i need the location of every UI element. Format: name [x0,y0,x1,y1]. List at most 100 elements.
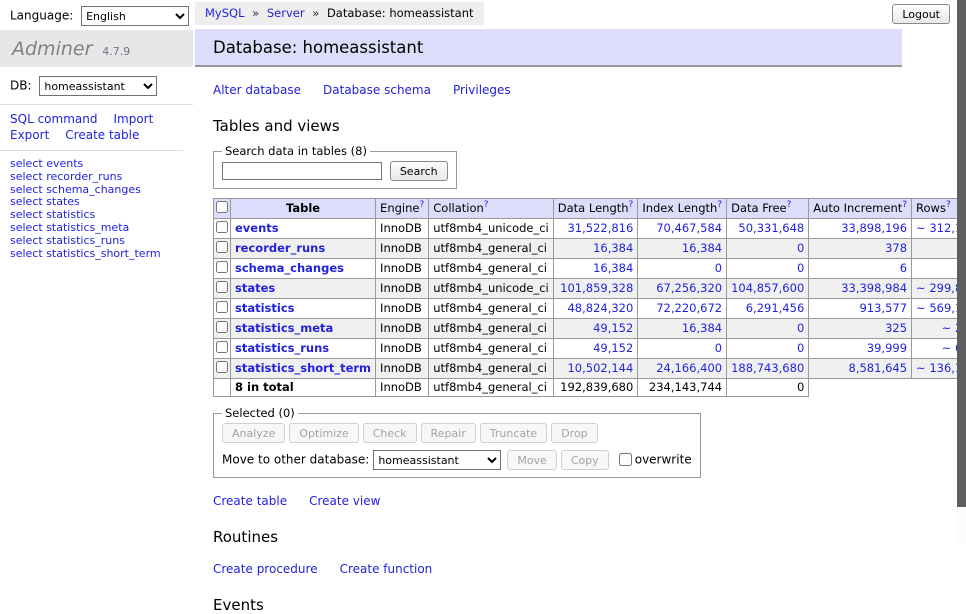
drop-button[interactable]: Drop [551,423,597,443]
move-button[interactable]: Move [507,450,557,470]
cell-index-length-statistics-meta[interactable]: 16,384 [682,321,722,335]
hint-link-collation[interactable]: ? [484,200,489,210]
breadcrumb-server[interactable]: Server [267,6,305,20]
table-link-recorder-runs[interactable]: recorder_runs [235,241,325,255]
sidebar-select-statistics[interactable]: select [10,208,43,221]
sidebar-table-schema-changes[interactable]: schema_changes [46,183,141,196]
cell-data-length-statistics-meta[interactable]: 49,152 [593,321,633,335]
cell-data-free-states[interactable]: 104,857,600 [731,281,804,295]
create-view-link[interactable]: Create view [309,494,380,508]
cell-data-length-events[interactable]: 31,522,816 [567,221,633,235]
cell-index-length-events[interactable]: 70,467,584 [656,221,722,235]
cell-index-length-schema-changes[interactable]: 0 [715,261,722,275]
row-checkbox-schema-changes[interactable] [216,261,228,273]
cell-data-length-schema-changes[interactable]: 16,384 [593,261,633,275]
select-all-checkbox[interactable] [216,201,228,213]
cell-auto-increment-states[interactable]: 33,398,984 [841,281,907,295]
sidebar-select-statistics-meta[interactable]: select [10,221,43,234]
row-checkbox-states[interactable] [216,281,228,293]
sidebar-table-statistics-runs[interactable]: statistics_runs [46,234,125,247]
cell-auto-increment-events[interactable]: 33,898,196 [841,221,907,235]
sidebar-select-statistics-short-term[interactable]: select [10,247,43,260]
cell-data-length-recorder-runs[interactable]: 16,384 [593,241,633,255]
truncate-button[interactable]: Truncate [480,423,547,443]
table-link-statistics[interactable]: statistics [235,301,295,315]
language-select[interactable]: English [81,6,189,26]
cell-data-free-statistics-runs[interactable]: 0 [797,341,804,355]
cell-data-free-statistics-meta[interactable]: 0 [797,321,804,335]
database-schema-link[interactable]: Database schema [323,83,431,97]
row-checkbox-events[interactable] [216,221,228,233]
cell-data-length-statistics-short-term[interactable]: 10,502,144 [567,361,633,375]
sidebar-table-events[interactable]: events [46,157,83,170]
table-link-statistics-meta[interactable]: statistics_meta [235,321,333,335]
row-checkbox-statistics-runs[interactable] [216,341,228,353]
analyze-button[interactable]: Analyze [222,423,285,443]
alter-database-link[interactable]: Alter database [213,83,301,97]
sidebar-table-statistics[interactable]: statistics [46,208,95,221]
table-link-statistics-runs[interactable]: statistics_runs [235,341,329,355]
sidebar-select-statistics-runs[interactable]: select [10,234,43,247]
scrollbar[interactable] [957,0,966,543]
table-link-schema-changes[interactable]: schema_changes [235,261,344,275]
cell-index-length-states[interactable]: 67,256,320 [656,281,722,295]
table-link-statistics-short-term[interactable]: statistics_short_term [235,361,371,375]
sidebar-select-states[interactable]: select [10,195,43,208]
sidebar-link-export[interactable]: Export [10,127,49,143]
sidebar-select-events[interactable]: select [10,157,43,170]
cell-data-length-states[interactable]: 101,859,328 [560,281,633,295]
cell-data-free-schema-changes[interactable]: 0 [797,261,804,275]
sidebar-select-schema-changes[interactable]: select [10,183,43,196]
sidebar-link-create-table[interactable]: Create table [65,127,139,143]
cell-data-length-statistics[interactable]: 48,824,320 [567,301,633,315]
hint-link-auto-increment[interactable]: ? [902,200,907,210]
cell-auto-increment-recorder-runs[interactable]: 378 [885,241,907,255]
cell-data-length-statistics-runs[interactable]: 49,152 [593,341,633,355]
sidebar-table-recorder-runs[interactable]: recorder_runs [46,170,122,183]
search-button[interactable]: Search [390,161,448,181]
row-checkbox-statistics[interactable] [216,301,228,313]
sidebar-link-import[interactable]: Import [113,111,153,127]
hint-link-index-length[interactable]: ? [717,200,722,210]
search-input[interactable] [222,162,382,180]
sidebar-table-states[interactable]: states [46,195,80,208]
hint-link-engine[interactable]: ? [419,200,424,210]
cell-data-free-statistics[interactable]: 6,291,456 [746,301,805,315]
sidebar-link-sql-command[interactable]: SQL command [10,111,97,127]
db-select[interactable]: homeassistant [39,76,157,96]
row-checkbox-statistics-short-term[interactable] [216,361,228,373]
sidebar-table-statistics-short-term[interactable]: statistics_short_term [46,247,160,260]
cell-index-length-statistics-runs[interactable]: 0 [715,341,722,355]
optimize-button[interactable]: Optimize [289,423,358,443]
table-link-states[interactable]: states [235,281,275,295]
overwrite-checkbox[interactable] [619,453,632,466]
table-link-events[interactable]: events [235,221,279,235]
cell-auto-increment-statistics-runs[interactable]: 39,999 [867,341,907,355]
check-button[interactable]: Check [363,423,417,443]
hint-link-data-length[interactable]: ? [629,200,634,210]
sidebar-select-recorder-runs[interactable]: select [10,170,43,183]
cell-auto-increment-statistics-short-term[interactable]: 8,581,645 [849,361,908,375]
create-table-link[interactable]: Create table [213,494,287,508]
repair-button[interactable]: Repair [421,423,476,443]
logout-button[interactable]: Logout [892,4,950,24]
copy-button[interactable]: Copy [561,450,609,470]
cell-data-free-recorder-runs[interactable]: 0 [797,241,804,255]
cell-data-free-events[interactable]: 50,331,648 [738,221,804,235]
hint-link-rows[interactable]: ? [946,200,951,210]
privileges-link[interactable]: Privileges [453,83,511,97]
cell-index-length-recorder-runs[interactable]: 16,384 [682,241,722,255]
cell-auto-increment-statistics-meta[interactable]: 325 [885,321,907,335]
cell-index-length-statistics-short-term[interactable]: 24,166,400 [656,361,722,375]
cell-auto-increment-statistics[interactable]: 913,577 [859,301,907,315]
row-checkbox-statistics-meta[interactable] [216,321,228,333]
row-checkbox-recorder-runs[interactable] [216,241,228,253]
cell-data-free-statistics-short-term[interactable]: 188,743,680 [731,361,804,375]
hint-link-data-free[interactable]: ? [787,200,792,210]
breadcrumb-mysql[interactable]: MySQL [205,6,245,20]
cell-index-length-statistics[interactable]: 72,220,672 [656,301,722,315]
create-function-link[interactable]: Create function [340,562,433,576]
cell-auto-increment-schema-changes[interactable]: 6 [900,261,907,275]
scrollbar-thumb[interactable] [957,0,966,507]
sidebar-table-statistics-meta[interactable]: statistics_meta [46,221,129,234]
